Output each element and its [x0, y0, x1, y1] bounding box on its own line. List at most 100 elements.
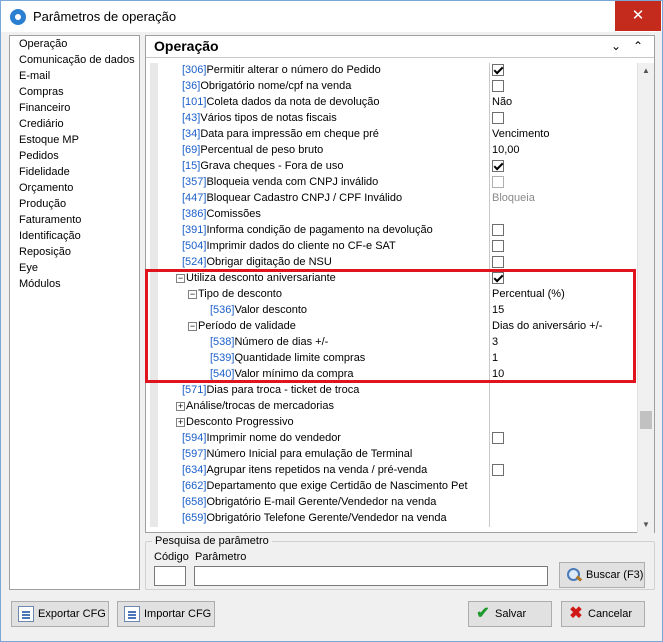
parameter-name-cell[interactable]: + Desconto Progressivo [158, 415, 490, 431]
parameter-name-cell[interactable]: [101]Coleta dados da nota de devolução [158, 95, 490, 111]
parameter-name-cell[interactable]: [504]Imprimir dados do cliente no CF-e S… [158, 239, 490, 255]
table-row[interactable]: [386]Comissões [150, 207, 636, 223]
table-row[interactable]: [357]Bloqueia venda com CNPJ inválido [150, 175, 636, 191]
sidebar-item[interactable]: Módulos [10, 276, 139, 292]
checkbox[interactable] [492, 464, 504, 476]
sidebar-item[interactable]: Eye [10, 260, 139, 276]
parameter-value-cell[interactable]: Bloqueia [490, 191, 636, 207]
parameter-value-cell[interactable]: Vencimento [490, 127, 636, 143]
sidebar-item[interactable]: Operação [10, 36, 139, 52]
table-row[interactable]: [391]Informa condição de pagamento na de… [150, 223, 636, 239]
checkbox[interactable] [492, 176, 504, 188]
table-row[interactable]: [34]Data para impressão em cheque pré Ven… [150, 127, 636, 143]
checkbox[interactable] [492, 256, 504, 268]
table-row[interactable]: [15]Grava cheques - Fora de uso [150, 159, 636, 175]
table-row[interactable]: [594]Imprimir nome do vendedor [150, 431, 636, 447]
sidebar-item[interactable]: Comunicação de dados [10, 52, 139, 68]
sidebar-item[interactable]: E-mail [10, 68, 139, 84]
parameter-value-cell[interactable] [490, 431, 636, 447]
parameter-name-cell[interactable]: [391]Informa condição de pagamento na de… [158, 223, 490, 239]
parameter-name-cell[interactable]: [36]Obrigatório nome/cpf na venda [158, 79, 490, 95]
checkbox[interactable] [492, 160, 504, 172]
parameter-value-cell[interactable] [490, 239, 636, 255]
parameter-name-cell[interactable]: [357]Bloqueia venda com CNPJ inválido [158, 175, 490, 191]
parameter-value-cell[interactable] [490, 79, 636, 95]
parameter-value-cell[interactable]: Não [490, 95, 636, 111]
table-row[interactable]: [101]Coleta dados da nota de devolução Nã… [150, 95, 636, 111]
expand-icon[interactable]: + [176, 417, 185, 427]
sidebar-item[interactable]: Crediário [10, 116, 139, 132]
parameter-value-cell[interactable]: 10,00 [490, 143, 636, 159]
table-row[interactable]: [447]Bloquear Cadastro CNPJ / CPF Inváli… [150, 191, 636, 207]
vertical-scrollbar[interactable]: ▲ ▼ [637, 63, 654, 533]
parameter-value-cell[interactable] [490, 175, 636, 191]
sidebar-item[interactable]: Financeiro [10, 100, 139, 116]
search-button[interactable]: Buscar (F3) [559, 562, 645, 588]
sidebar-item[interactable]: Compras [10, 84, 139, 100]
table-row[interactable]: [43]Vários tipos de notas fiscais [150, 111, 636, 127]
table-row[interactable]: [36]Obrigatório nome/cpf na venda [150, 79, 636, 95]
table-row[interactable]: [634]Agrupar itens repetidos na venda / … [150, 463, 636, 479]
parameter-value-cell[interactable] [490, 159, 636, 175]
expand-all-icon[interactable]: ⌃ [630, 38, 646, 54]
import-button[interactable]: Importar CFG [117, 601, 215, 627]
table-row[interactable]: + Análise/trocas de mercadorias [150, 399, 636, 415]
parameter-name-cell[interactable]: [594]Imprimir nome do vendedor [158, 431, 490, 447]
table-row[interactable]: [662]Departamento que exige Certidão de … [150, 479, 636, 495]
parameter-value-cell[interactable] [490, 383, 636, 399]
checkbox[interactable] [492, 64, 504, 76]
save-button[interactable]: ✔ Salvar [468, 601, 552, 627]
table-row[interactable]: + Desconto Progressivo [150, 415, 636, 431]
sidebar-item[interactable]: Orçamento [10, 180, 139, 196]
sidebar-item[interactable]: Identificação [10, 228, 139, 244]
cancel-button[interactable]: ✖ Cancelar [561, 601, 645, 627]
parameter-value-cell[interactable] [490, 207, 636, 223]
checkbox[interactable] [492, 80, 504, 92]
table-row[interactable]: [69]Percentual de peso bruto 10,00 [150, 143, 636, 159]
parameter-value-cell[interactable] [490, 511, 636, 527]
parameter-value-cell[interactable] [490, 63, 636, 79]
parameter-value-cell[interactable] [490, 463, 636, 479]
sidebar-item[interactable]: Pedidos [10, 148, 139, 164]
parameter-name-cell[interactable]: [571]Dias para troca - ticket de troca [158, 383, 490, 399]
checkbox[interactable] [492, 112, 504, 124]
parameter-input[interactable] [194, 566, 548, 586]
parameter-value-cell[interactable] [490, 223, 636, 239]
sidebar-item[interactable]: Faturamento [10, 212, 139, 228]
parameter-value-cell[interactable] [490, 111, 636, 127]
sidebar-item[interactable]: Fidelidade [10, 164, 139, 180]
checkbox[interactable] [492, 224, 504, 236]
table-row[interactable]: [597]Número Inicial para emulação de Ter… [150, 447, 636, 463]
table-row[interactable]: [306]Permitir alterar o número do Pedido [150, 63, 636, 79]
parameter-name-cell[interactable]: [43]Vários tipos de notas fiscais [158, 111, 490, 127]
parameter-name-cell[interactable]: [658]Obrigatório E-mail Gerente/Vendedor… [158, 495, 490, 511]
parameter-value-cell[interactable] [490, 415, 636, 431]
sidebar-item[interactable]: Produção [10, 196, 139, 212]
parameter-name-cell[interactable]: [659]Obrigatório Telefone Gerente/Vended… [158, 511, 490, 527]
parameter-value-cell[interactable] [490, 399, 636, 415]
export-button[interactable]: Exportar CFG [11, 601, 109, 627]
table-row[interactable]: [571]Dias para troca - ticket de troca [150, 383, 636, 399]
checkbox[interactable] [492, 432, 504, 444]
table-row[interactable]: [658]Obrigatório E-mail Gerente/Vendedor… [150, 495, 636, 511]
close-button[interactable]: ✕ [615, 1, 661, 31]
sidebar-item[interactable]: Estoque MP [10, 132, 139, 148]
scroll-thumb[interactable] [640, 411, 652, 429]
table-row[interactable]: [659]Obrigatório Telefone Gerente/Vended… [150, 511, 636, 527]
parameter-name-cell[interactable]: [15]Grava cheques - Fora de uso [158, 159, 490, 175]
scroll-up-icon[interactable]: ▲ [638, 63, 654, 79]
parameter-name-cell[interactable]: [662]Departamento que exige Certidão de … [158, 479, 490, 495]
sidebar-item[interactable]: Reposição [10, 244, 139, 260]
scroll-down-icon[interactable]: ▼ [638, 517, 654, 533]
parameter-name-cell[interactable]: [69]Percentual de peso bruto [158, 143, 490, 159]
parameter-name-cell[interactable]: [634]Agrupar itens repetidos na venda / … [158, 463, 490, 479]
parameter-name-cell[interactable]: [306]Permitir alterar o número do Pedido [158, 63, 490, 79]
code-input[interactable] [154, 566, 186, 586]
parameter-name-cell[interactable]: [597]Número Inicial para emulação de Ter… [158, 447, 490, 463]
parameter-value-cell[interactable] [490, 495, 636, 511]
parameter-name-cell[interactable]: [34]Data para impressão em cheque pré [158, 127, 490, 143]
collapse-all-icon[interactable]: ⌄ [608, 38, 624, 54]
checkbox[interactable] [492, 240, 504, 252]
parameter-name-cell[interactable]: + Análise/trocas de mercadorias [158, 399, 490, 415]
table-row[interactable]: [504]Imprimir dados do cliente no CF-e S… [150, 239, 636, 255]
